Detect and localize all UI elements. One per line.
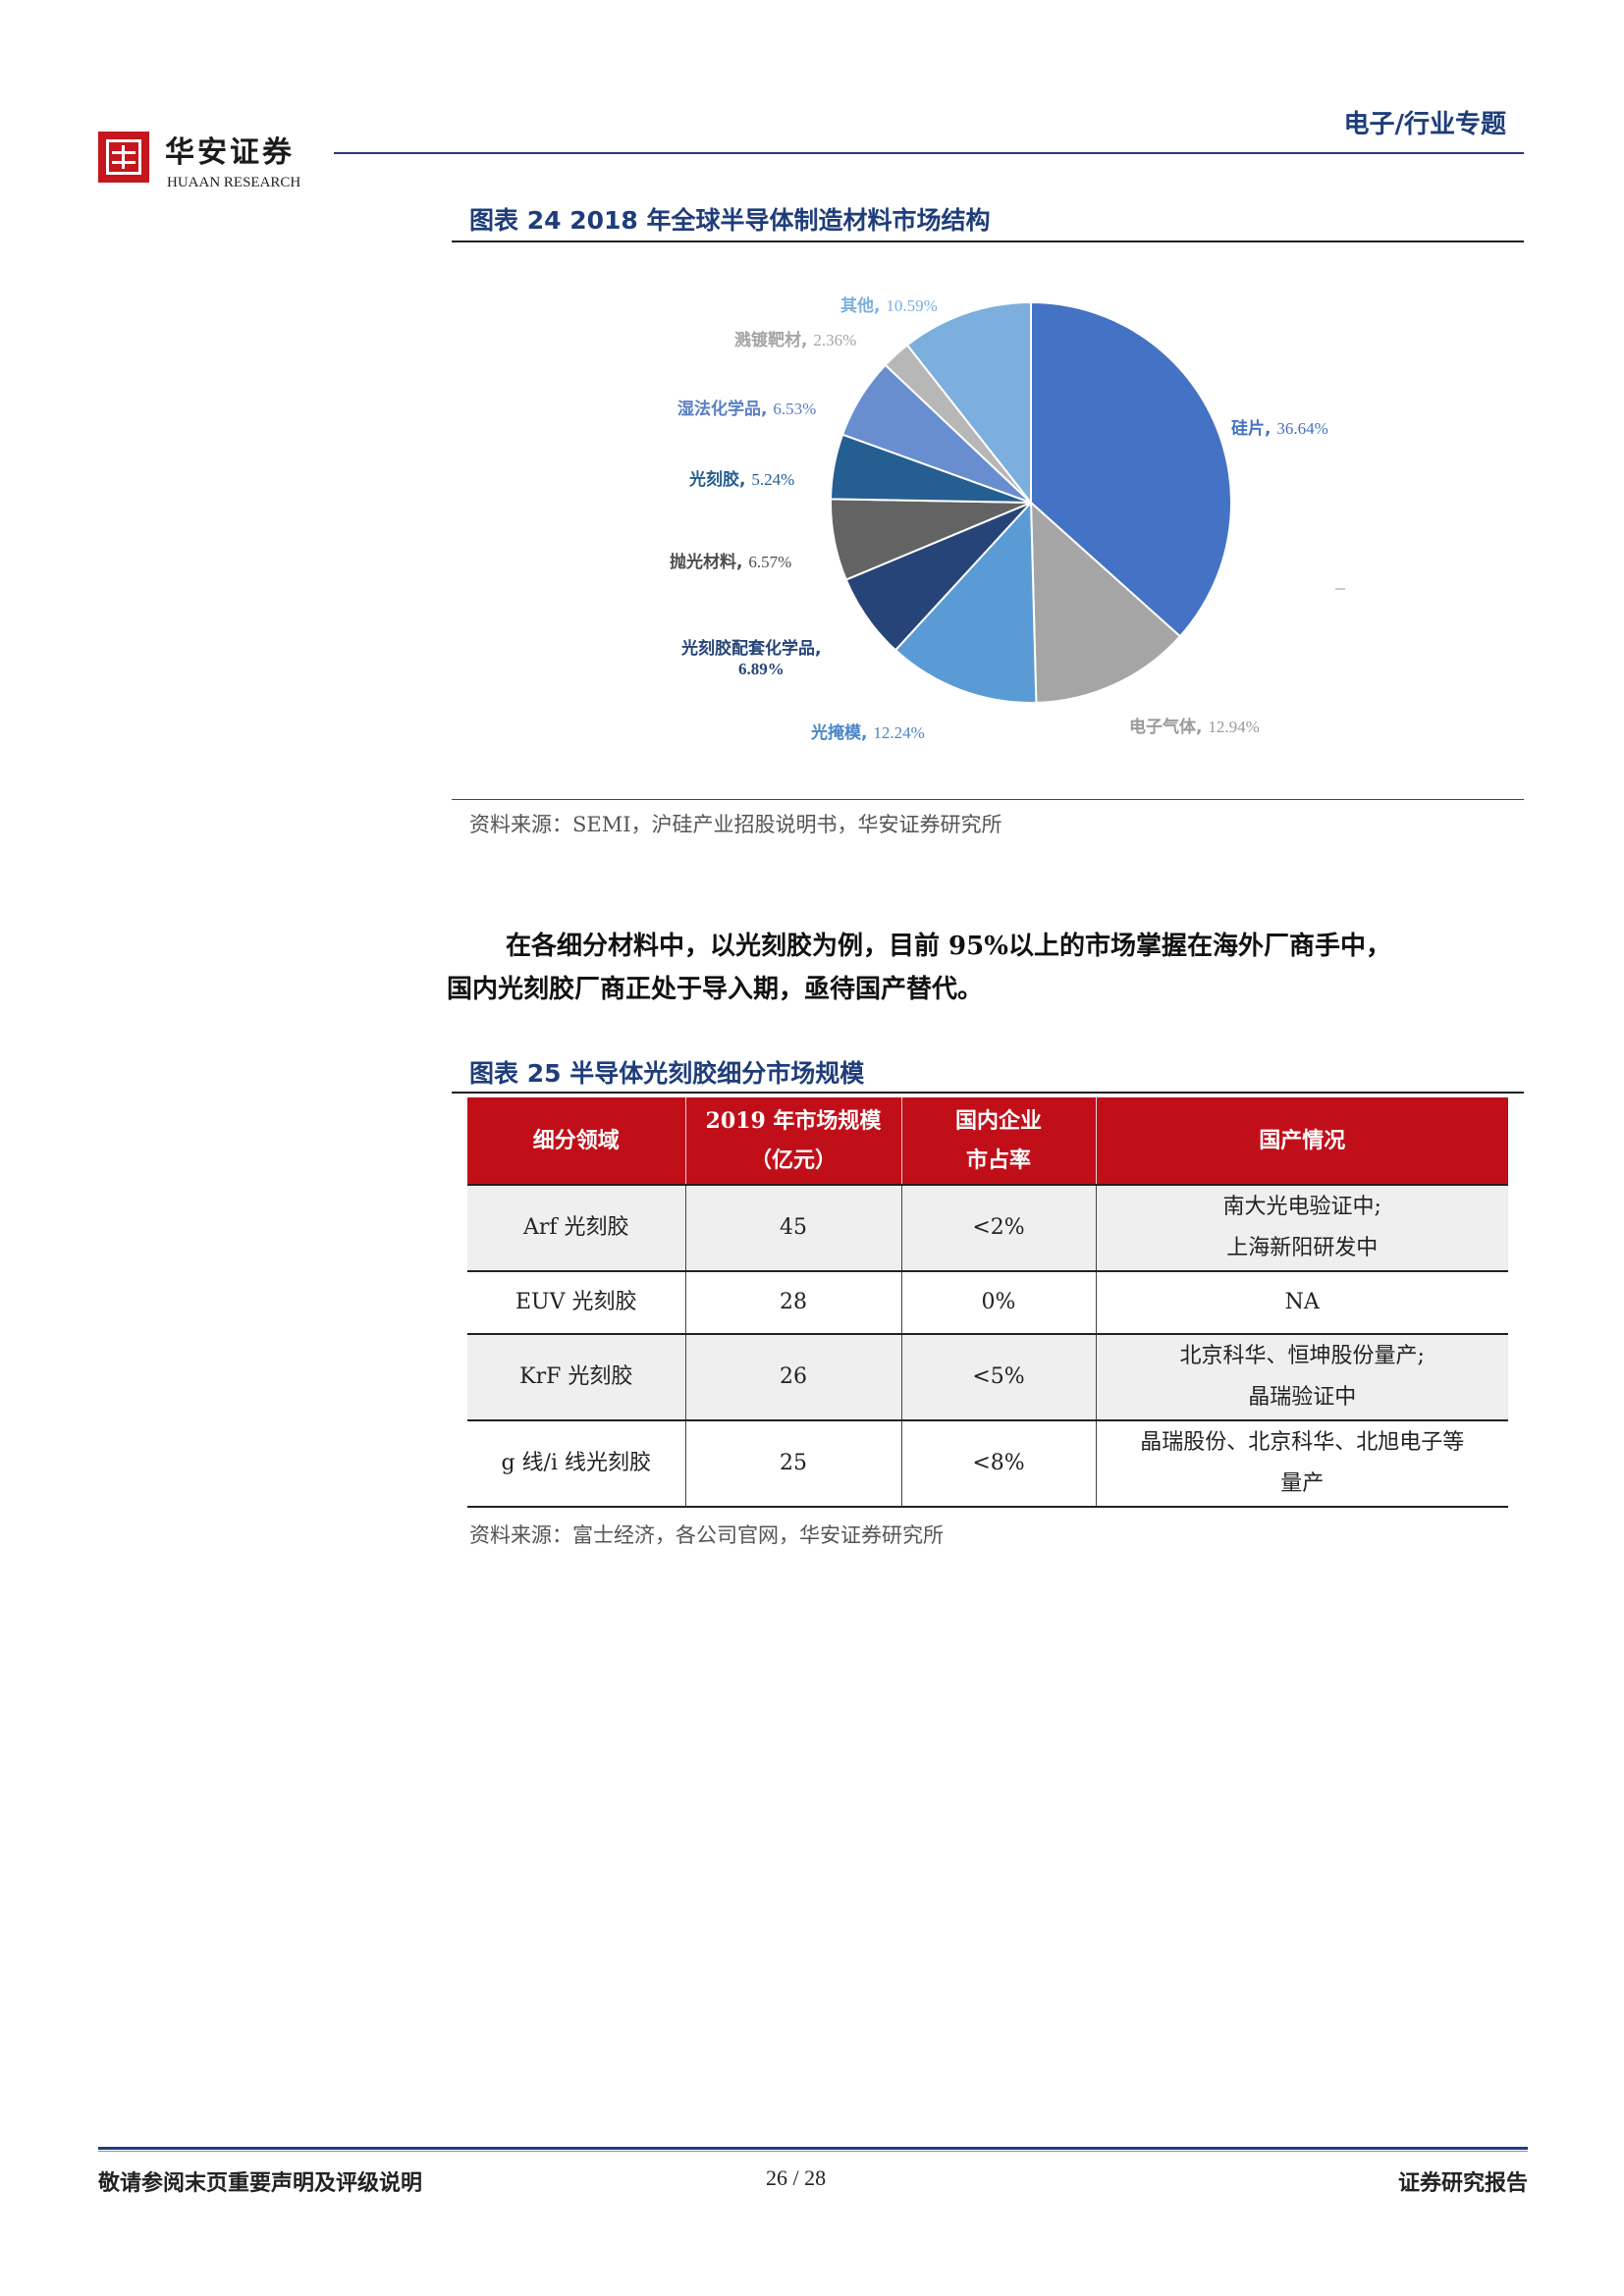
cell-size: 28 bbox=[684, 1270, 901, 1334]
paragraph-line-2: 国内光刻胶厂商正处于导入期，亟待国产替代。 bbox=[447, 975, 984, 1004]
cell-share: <5% bbox=[900, 1333, 1096, 1420]
figure-24-top-rule bbox=[452, 240, 1524, 242]
cell-share: <2% bbox=[900, 1184, 1096, 1271]
cell-status: 晶瑞股份、北京科华、北旭电子等 量产 bbox=[1095, 1419, 1508, 1508]
header-market-size: 2019 年市场规模 （亿元） bbox=[684, 1097, 901, 1185]
pie-label-polishing: 抛光材料, 6.57% bbox=[670, 553, 792, 572]
header-divider bbox=[334, 152, 1524, 154]
figure-25-title: 图表 25 半导体光刻胶细分市场规模 bbox=[469, 1059, 865, 1088]
pie-label-photoresist: 光刻胶, 5.24% bbox=[689, 470, 795, 490]
cell-size: 25 bbox=[684, 1419, 901, 1508]
header-field: 细分领域 bbox=[467, 1097, 685, 1185]
report-section-title: 电子/行业专题 bbox=[1343, 110, 1507, 139]
cell-field: EUV 光刻胶 bbox=[467, 1270, 685, 1334]
logo-english-name: HUAAN RESEARCH bbox=[167, 175, 301, 190]
pie-label-wet-chemicals: 湿法化学品, 6.53% bbox=[677, 400, 817, 419]
pie-label-silicon-wafer: 硅片, 36.64% bbox=[1231, 419, 1328, 439]
cell-field: KrF 光刻胶 bbox=[467, 1333, 685, 1420]
pie-label-photoresist-chemicals: 光刻胶配套化学品, bbox=[681, 639, 822, 659]
figure-25-source: 资料来源：富士经济，各公司官网，华安证券研究所 bbox=[469, 1523, 944, 1547]
figure-24-title: 图表 24 2018 年全球半导体制造材料市场结构 bbox=[469, 206, 991, 235]
pie-chart bbox=[830, 300, 1345, 704]
footer-divider-thin bbox=[98, 2151, 1528, 2152]
cell-size: 45 bbox=[684, 1184, 901, 1271]
footer-disclaimer: 敬请参阅末页重要声明及评级说明 bbox=[98, 2170, 423, 2196]
cell-share: <8% bbox=[900, 1419, 1096, 1508]
pie-label-other: 其他, 10.59% bbox=[840, 296, 938, 316]
header-domestic-share: 国内企业 市占率 bbox=[900, 1097, 1096, 1185]
cell-status: NA bbox=[1095, 1270, 1508, 1334]
company-logo-icon bbox=[98, 132, 149, 183]
pie-value-photoresist-chemicals: 6.89% bbox=[738, 660, 785, 678]
figure-24-bottom-rule bbox=[452, 799, 1524, 800]
pie-label-photomask: 光掩模, 12.24% bbox=[811, 723, 925, 743]
table-header-row: 细分领域 2019 年市场规模 （亿元） 国内企业 市占率 国产情况 bbox=[467, 1097, 1508, 1185]
table-row: KrF 光刻胶 26 <5% 北京科华、恒坤股份量产; 晶瑞验证中 bbox=[467, 1333, 1508, 1420]
table-row: Arf 光刻胶 45 <2% 南大光电验证中; 上海新阳研发中 bbox=[467, 1184, 1508, 1271]
figure-25-top-rule bbox=[452, 1092, 1524, 1094]
body-paragraph: 在各细分材料中，以光刻胶为例，目前 95%以上的市场掌握在海外厂商手中， 国内光… bbox=[447, 925, 1517, 1011]
paragraph-line-1: 在各细分材料中，以光刻胶为例，目前 95%以上的市场掌握在海外厂商手中， bbox=[506, 932, 1391, 961]
photoresist-market-table: 细分领域 2019 年市场规模 （亿元） 国内企业 市占率 国产情况 Arf 光刻胶… bbox=[467, 1097, 1508, 1508]
pie-label-sputtering-target: 溅镀靶材, 2.36% bbox=[734, 331, 857, 350]
cell-share: 0% bbox=[900, 1270, 1096, 1334]
footer-divider bbox=[98, 2147, 1528, 2150]
table-row: g 线/i 线光刻胶 25 <8% 晶瑞股份、北京科华、北旭电子等 量产 bbox=[467, 1419, 1508, 1508]
table-row: EUV 光刻胶 28 0% NA bbox=[467, 1270, 1508, 1334]
footer-report-type: 证券研究报告 bbox=[1397, 2170, 1528, 2196]
header-domestic-status: 国产情况 bbox=[1095, 1097, 1508, 1185]
cell-field: Arf 光刻胶 bbox=[467, 1184, 685, 1271]
cell-field: g 线/i 线光刻胶 bbox=[467, 1419, 685, 1508]
pie-label-electronic-gas: 电子气体, 12.94% bbox=[1129, 718, 1260, 737]
cell-status: 南大光电验证中; 上海新阳研发中 bbox=[1095, 1184, 1508, 1271]
page-number: 26 / 28 bbox=[766, 2165, 827, 2190]
logo-chinese-name: 华安证券 bbox=[165, 135, 295, 170]
cell-status: 北京科华、恒坤股份量产; 晶瑞验证中 bbox=[1095, 1333, 1508, 1420]
cell-size: 26 bbox=[684, 1333, 901, 1420]
figure-24-source: 资料来源：SEMI，沪硅产业招股说明书，华安证券研究所 bbox=[469, 813, 1002, 836]
